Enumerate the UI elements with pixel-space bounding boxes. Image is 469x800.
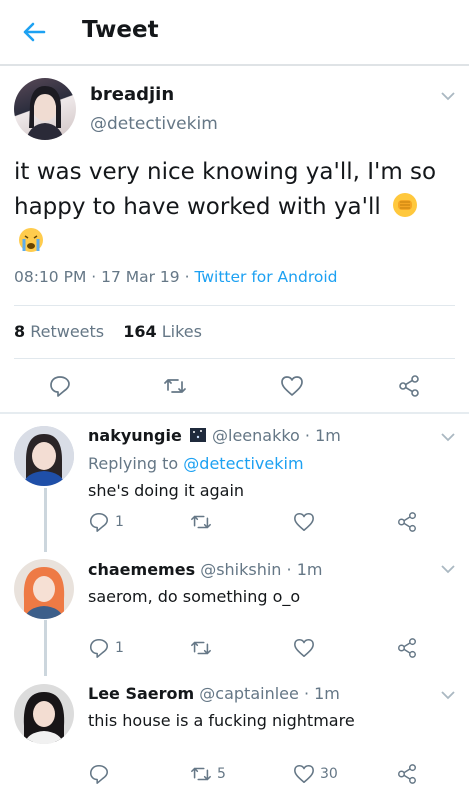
reply-count: 1	[115, 514, 124, 530]
reply-author-name[interactable]: chaememes	[88, 560, 195, 579]
reply-author-name[interactable]: Lee Saerom	[88, 684, 194, 703]
reply-text: she's doing it again	[88, 481, 245, 500]
retweet-icon[interactable]	[190, 763, 212, 785]
author-handle[interactable]: @detectivekim	[90, 114, 218, 134]
reply-author-handle[interactable]: @shikshin · 1m	[200, 560, 322, 579]
reply-icon[interactable]	[48, 374, 72, 398]
retweet-icon[interactable]	[190, 511, 212, 533]
thread-line	[44, 620, 47, 676]
chevron-down-icon[interactable]	[441, 690, 455, 700]
avatar[interactable]	[14, 78, 76, 140]
reply-text: saerom, do something o_o	[88, 587, 301, 606]
thread-line	[44, 488, 47, 552]
source-link[interactable]: Twitter for Android	[194, 268, 337, 286]
reply-header: Lee Saerom @captainlee · 1m	[88, 684, 340, 703]
divider	[14, 305, 455, 306]
chevron-down-icon[interactable]	[441, 91, 455, 101]
reply-icon[interactable]	[88, 511, 110, 533]
retweet-icon[interactable]	[190, 637, 212, 659]
share-icon[interactable]	[396, 763, 418, 785]
reply-author-handle[interactable]: @leenakko · 1m	[212, 426, 341, 445]
reply-count: 1	[115, 640, 124, 656]
top-bar	[0, 0, 469, 66]
replying-to: Replying to @detectivekim	[88, 454, 304, 473]
likes-count: 164	[123, 322, 157, 341]
engagement-counts: 8 Retweets 164 Likes	[14, 322, 202, 341]
share-icon[interactable]	[397, 374, 421, 398]
like-icon[interactable]	[293, 637, 315, 659]
like-count: 30	[320, 766, 338, 782]
chevron-down-icon[interactable]	[441, 432, 455, 442]
author-name[interactable]: breadjin	[90, 84, 174, 105]
divider	[14, 358, 455, 359]
like-icon[interactable]	[293, 763, 315, 785]
reply-header: chaememes @shikshin · 1m	[88, 560, 322, 579]
replying-prefix: Replying to	[88, 454, 184, 473]
dark-tile-emoji-icon	[189, 428, 206, 442]
like-icon[interactable]	[293, 511, 315, 533]
timestamp: 08:10 PM · 17 Mar 19 ·	[14, 268, 195, 286]
likes-stat[interactable]: 164 Likes	[123, 322, 202, 341]
retweets-stat[interactable]: 8 Retweets	[14, 322, 104, 341]
retweets-count: 8	[14, 322, 26, 341]
retweet-icon[interactable]	[163, 374, 187, 398]
reply-author-name[interactable]: nakyungie	[88, 426, 182, 445]
share-icon[interactable]	[396, 511, 418, 533]
reply-header: nakyungie @leenakko · 1m	[88, 426, 341, 445]
retweet-count: 5	[217, 766, 226, 782]
like-icon[interactable]	[280, 374, 304, 398]
back-arrow-icon[interactable]	[20, 18, 48, 46]
page-title: Tweet	[82, 17, 159, 43]
reply-text: this house is a fucking nightmare	[88, 711, 355, 730]
likes-label: Likes	[156, 322, 202, 341]
reply-icon[interactable]	[88, 637, 110, 659]
avatar[interactable]	[14, 426, 74, 486]
fist-emoji-icon	[393, 193, 418, 217]
reply-icon[interactable]	[88, 763, 110, 785]
replying-to-link[interactable]: @detectivekim	[183, 454, 303, 473]
share-icon[interactable]	[396, 637, 418, 659]
tweet-text-content: it was very nice knowing ya'll, I'm so h…	[14, 159, 437, 220]
reply-author-handle[interactable]: @captainlee · 1m	[199, 684, 340, 703]
crying-emoji-icon	[19, 228, 43, 252]
retweets-label: Retweets	[25, 322, 105, 341]
avatar[interactable]	[14, 684, 74, 744]
tweet-text: it was very nice knowing ya'll, I'm so h…	[14, 155, 454, 260]
tweet-meta: 08:10 PM · 17 Mar 19 · Twitter for Andro…	[14, 268, 337, 286]
chevron-down-icon[interactable]	[441, 564, 455, 574]
section-divider	[0, 412, 469, 414]
avatar[interactable]	[14, 559, 74, 619]
